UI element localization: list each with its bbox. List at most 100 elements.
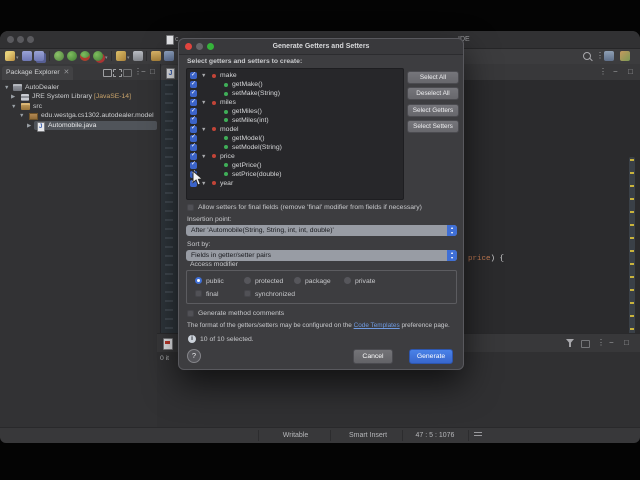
tree-row[interactable]: getModel() bbox=[187, 133, 401, 143]
help-button[interactable]: ? bbox=[187, 349, 201, 363]
import-folder-icon[interactable] bbox=[164, 51, 174, 61]
minimize-view-icon[interactable]: − bbox=[613, 68, 618, 76]
member-label[interactable]: make bbox=[220, 71, 237, 80]
save-icon[interactable] bbox=[22, 51, 32, 61]
member-label[interactable]: miles bbox=[220, 98, 236, 107]
sort-by-select[interactable]: Fields in getter/setter pairs ▲ ▼ bbox=[186, 250, 457, 261]
tree-row-package[interactable]: ▼ edu.westga.cs1302.autodealer.model bbox=[0, 111, 160, 121]
tree-row[interactable]: setPrice(double) bbox=[187, 169, 401, 179]
focus-icon[interactable] bbox=[123, 69, 132, 77]
coverage-icon[interactable] bbox=[80, 51, 90, 61]
tree-row[interactable]: setModel(String) bbox=[187, 142, 401, 152]
tasks-icon[interactable] bbox=[133, 51, 143, 61]
tree-item-label[interactable]: AutoDealer bbox=[25, 83, 59, 93]
tree-row[interactable]: ▼year bbox=[187, 178, 401, 188]
filter-icon[interactable] bbox=[566, 339, 574, 347]
minimize-button[interactable] bbox=[17, 36, 24, 43]
tree-row-src[interactable]: ▼ src bbox=[0, 102, 160, 112]
member-label[interactable]: setPrice(double) bbox=[232, 170, 282, 179]
final-checkbox[interactable] bbox=[195, 290, 202, 297]
final-label[interactable]: final bbox=[206, 291, 218, 298]
insertion-point-select[interactable]: After 'Automobile(String, String, int, i… bbox=[186, 225, 457, 236]
maximize-view-icon[interactable]: □ bbox=[150, 68, 155, 76]
tree-row[interactable]: getPrice() bbox=[187, 160, 401, 170]
radio-public[interactable] bbox=[195, 277, 202, 284]
tab-package-explorer[interactable]: Package Explorer ✕ bbox=[2, 66, 74, 80]
checkbox-setmiles[interactable] bbox=[190, 115, 197, 124]
checkbox-getmodel[interactable] bbox=[190, 133, 197, 142]
open-folder-icon[interactable] bbox=[151, 51, 161, 61]
tree-row[interactable]: ▼price bbox=[187, 151, 401, 161]
member-label[interactable]: setMiles(int) bbox=[232, 116, 269, 125]
new-class-icon[interactable] bbox=[116, 51, 126, 61]
maximize-view-icon[interactable]: □ bbox=[624, 339, 629, 347]
checkbox-setmodel[interactable] bbox=[190, 142, 197, 151]
tree-item-label[interactable]: src bbox=[33, 102, 42, 112]
run-icon[interactable] bbox=[67, 51, 77, 61]
checkbox-getmiles[interactable] bbox=[190, 107, 197, 116]
tree-row-jre[interactable]: ▶ JRE System Library [JavaSE-14] bbox=[0, 92, 160, 102]
member-label[interactable]: setModel(String) bbox=[232, 143, 282, 152]
run-dropdown-icon[interactable]: ▾ bbox=[105, 55, 108, 61]
tree-row[interactable]: ▼miles bbox=[187, 98, 401, 107]
select-getters-button[interactable]: Select Getters bbox=[407, 103, 459, 117]
checkbox-getprice[interactable] bbox=[190, 160, 197, 169]
member-label[interactable]: model bbox=[220, 125, 239, 134]
collapse-all-icon[interactable] bbox=[103, 69, 112, 77]
tree-row-project[interactable]: ▼ AutoDealer bbox=[0, 83, 160, 93]
close-tab-icon[interactable]: ✕ bbox=[64, 69, 70, 76]
radio-public-label[interactable]: public bbox=[206, 278, 224, 285]
checkbox-model[interactable] bbox=[190, 124, 197, 133]
new-wizard-dropdown-icon[interactable]: ▾ bbox=[16, 55, 19, 61]
tree-row[interactable]: getMake() bbox=[187, 80, 401, 89]
member-label[interactable]: year bbox=[220, 179, 233, 188]
checkbox-getmake[interactable] bbox=[190, 80, 197, 89]
debug-icon[interactable] bbox=[54, 51, 64, 61]
bottom-panel-tab-icon[interactable] bbox=[163, 338, 173, 350]
checkbox-miles[interactable] bbox=[190, 98, 197, 107]
status-menu-icon[interactable] bbox=[474, 432, 482, 438]
tree-item-label[interactable]: JRE System Library [JavaSE-14] bbox=[32, 92, 131, 102]
cancel-button[interactable]: Cancel bbox=[353, 349, 393, 364]
flag-icon[interactable] bbox=[581, 340, 590, 348]
new-class-dropdown-icon[interactable]: ▾ bbox=[127, 55, 130, 61]
member-label[interactable]: price bbox=[220, 152, 235, 161]
save-all-icon[interactable] bbox=[34, 51, 44, 61]
select-setters-button[interactable]: Select Setters bbox=[407, 120, 459, 133]
java-perspective-icon[interactable] bbox=[620, 51, 630, 61]
zoom-button[interactable] bbox=[27, 36, 34, 43]
minimize-button[interactable] bbox=[196, 43, 203, 50]
radio-package-label[interactable]: package bbox=[305, 278, 331, 285]
tab-automobile-java[interactable]: J bbox=[161, 65, 179, 80]
checkbox-make[interactable] bbox=[190, 71, 197, 80]
member-label[interactable]: setMake(String) bbox=[232, 89, 280, 98]
zoom-button[interactable] bbox=[207, 43, 214, 50]
deselect-all-button[interactable]: Deselect All bbox=[407, 87, 459, 100]
chevron-right-icon[interactable]: ▶ bbox=[27, 122, 31, 132]
open-perspective-icon[interactable] bbox=[604, 51, 614, 61]
minimize-view-icon[interactable]: − bbox=[141, 68, 146, 76]
view-menu-icon[interactable]: ⋮ bbox=[597, 339, 605, 347]
tree-row[interactable]: setMiles(int) bbox=[187, 115, 401, 125]
view-menu-icon[interactable]: ⋮ bbox=[596, 51, 604, 60]
allow-setters-checkbox[interactable] bbox=[187, 204, 194, 211]
run-config-icon[interactable] bbox=[93, 51, 103, 61]
generate-button[interactable]: Generate bbox=[409, 349, 453, 364]
member-label[interactable]: getPrice() bbox=[232, 161, 261, 170]
radio-protected-label[interactable]: protected bbox=[255, 278, 283, 285]
close-button[interactable] bbox=[7, 36, 14, 43]
radio-package[interactable] bbox=[294, 277, 301, 284]
maximize-view-icon[interactable]: □ bbox=[628, 68, 633, 76]
radio-private[interactable] bbox=[344, 277, 351, 284]
new-wizard-icon[interactable] bbox=[5, 51, 15, 61]
radio-private-label[interactable]: private bbox=[355, 278, 375, 285]
checkbox-setmake[interactable] bbox=[190, 89, 197, 98]
link-with-editor-icon[interactable] bbox=[113, 69, 122, 77]
member-label[interactable]: getModel() bbox=[232, 134, 265, 143]
checkbox-price[interactable] bbox=[190, 151, 197, 160]
select-all-button[interactable]: Select All bbox=[407, 71, 459, 84]
tree-item-label[interactable]: Automobile.java bbox=[48, 121, 96, 131]
generate-comments-checkbox[interactable] bbox=[187, 310, 194, 317]
member-label[interactable]: getMake() bbox=[232, 80, 263, 89]
minimize-view-icon[interactable]: − bbox=[609, 339, 614, 347]
